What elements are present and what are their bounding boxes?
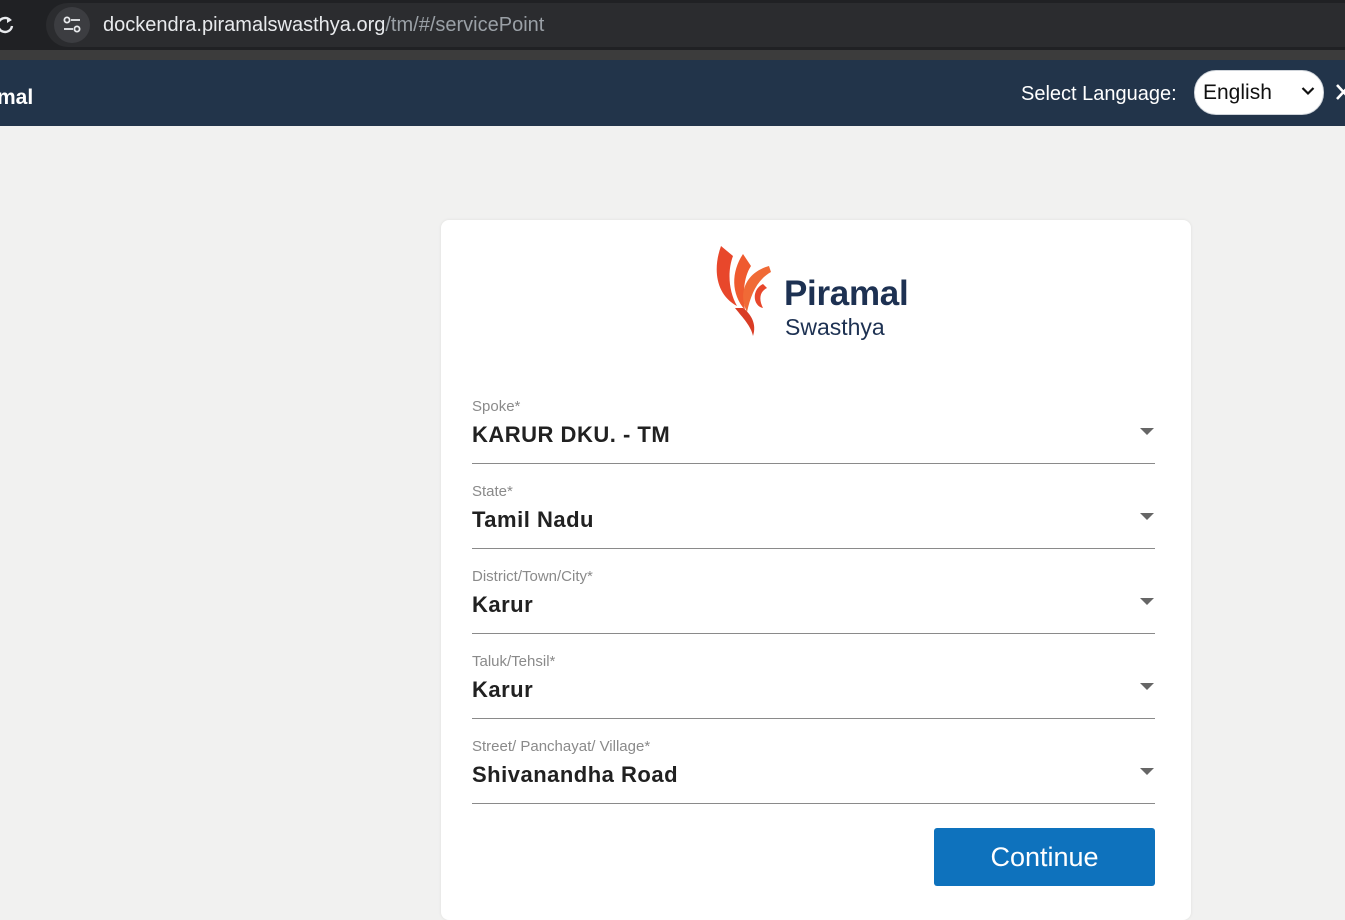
state-select[interactable]: State* Tamil Nadu bbox=[472, 483, 1155, 549]
district-select[interactable]: District/Town/City* Karur bbox=[472, 568, 1155, 634]
field-value: Karur bbox=[472, 592, 534, 617]
logo-subtitle: Swasthya bbox=[785, 314, 885, 340]
field-label: Spoke* bbox=[472, 398, 521, 415]
flame-logo-icon bbox=[716, 246, 771, 336]
piramal-logo: Piramal Swasthya bbox=[713, 242, 928, 342]
url-host: dockendra.piramalswasthya.org bbox=[103, 14, 386, 36]
reload-icon[interactable] bbox=[0, 14, 16, 36]
chevron-down-icon bbox=[1301, 87, 1315, 96]
dropdown-arrow-icon bbox=[1140, 768, 1154, 775]
dropdown-arrow-icon bbox=[1140, 598, 1154, 605]
field-label: Taluk/Tehsil* bbox=[472, 653, 556, 670]
app-header: mal Select Language: English bbox=[0, 60, 1345, 126]
field-value: KARUR DKU. - TM bbox=[472, 422, 671, 447]
url-text[interactable]: dockendra.piramalswasthya.org/tm/#/servi… bbox=[103, 11, 544, 39]
language-value: English bbox=[1203, 81, 1272, 104]
service-point-card: Piramal Swasthya Spoke* KARUR DKU. - TM … bbox=[441, 220, 1191, 920]
continue-button[interactable]: Continue bbox=[934, 828, 1155, 886]
field-label: District/Town/City* bbox=[472, 568, 593, 585]
taluk-select[interactable]: Taluk/Tehsil* Karur bbox=[472, 653, 1155, 719]
language-select[interactable]: English bbox=[1194, 70, 1324, 115]
field-value: Tamil Nadu bbox=[472, 507, 594, 532]
site-info-button[interactable] bbox=[54, 7, 90, 43]
field-label: State* bbox=[472, 483, 513, 500]
close-icon[interactable] bbox=[1334, 80, 1345, 104]
app-brand: mal bbox=[0, 86, 34, 109]
dropdown-arrow-icon bbox=[1140, 513, 1154, 520]
language-label: Select Language: bbox=[1021, 83, 1177, 105]
url-path: /tm/#/servicePoint bbox=[385, 14, 545, 36]
field-label: Street/ Panchayat/ Village* bbox=[472, 738, 651, 755]
logo-name: Piramal bbox=[784, 274, 909, 313]
tune-icon bbox=[63, 16, 81, 33]
spoke-select[interactable]: Spoke* KARUR DKU. - TM bbox=[472, 398, 1155, 464]
browser-toolbar: dockendra.piramalswasthya.org/tm/#/servi… bbox=[0, 0, 1345, 50]
village-select[interactable]: Street/ Panchayat/ Village* Shivanandha … bbox=[472, 738, 1155, 804]
dropdown-arrow-icon bbox=[1140, 683, 1154, 690]
field-value: Shivanandha Road bbox=[472, 762, 679, 787]
browser-divider bbox=[0, 50, 1345, 60]
dropdown-arrow-icon bbox=[1140, 428, 1154, 435]
field-value: Karur bbox=[472, 677, 534, 702]
